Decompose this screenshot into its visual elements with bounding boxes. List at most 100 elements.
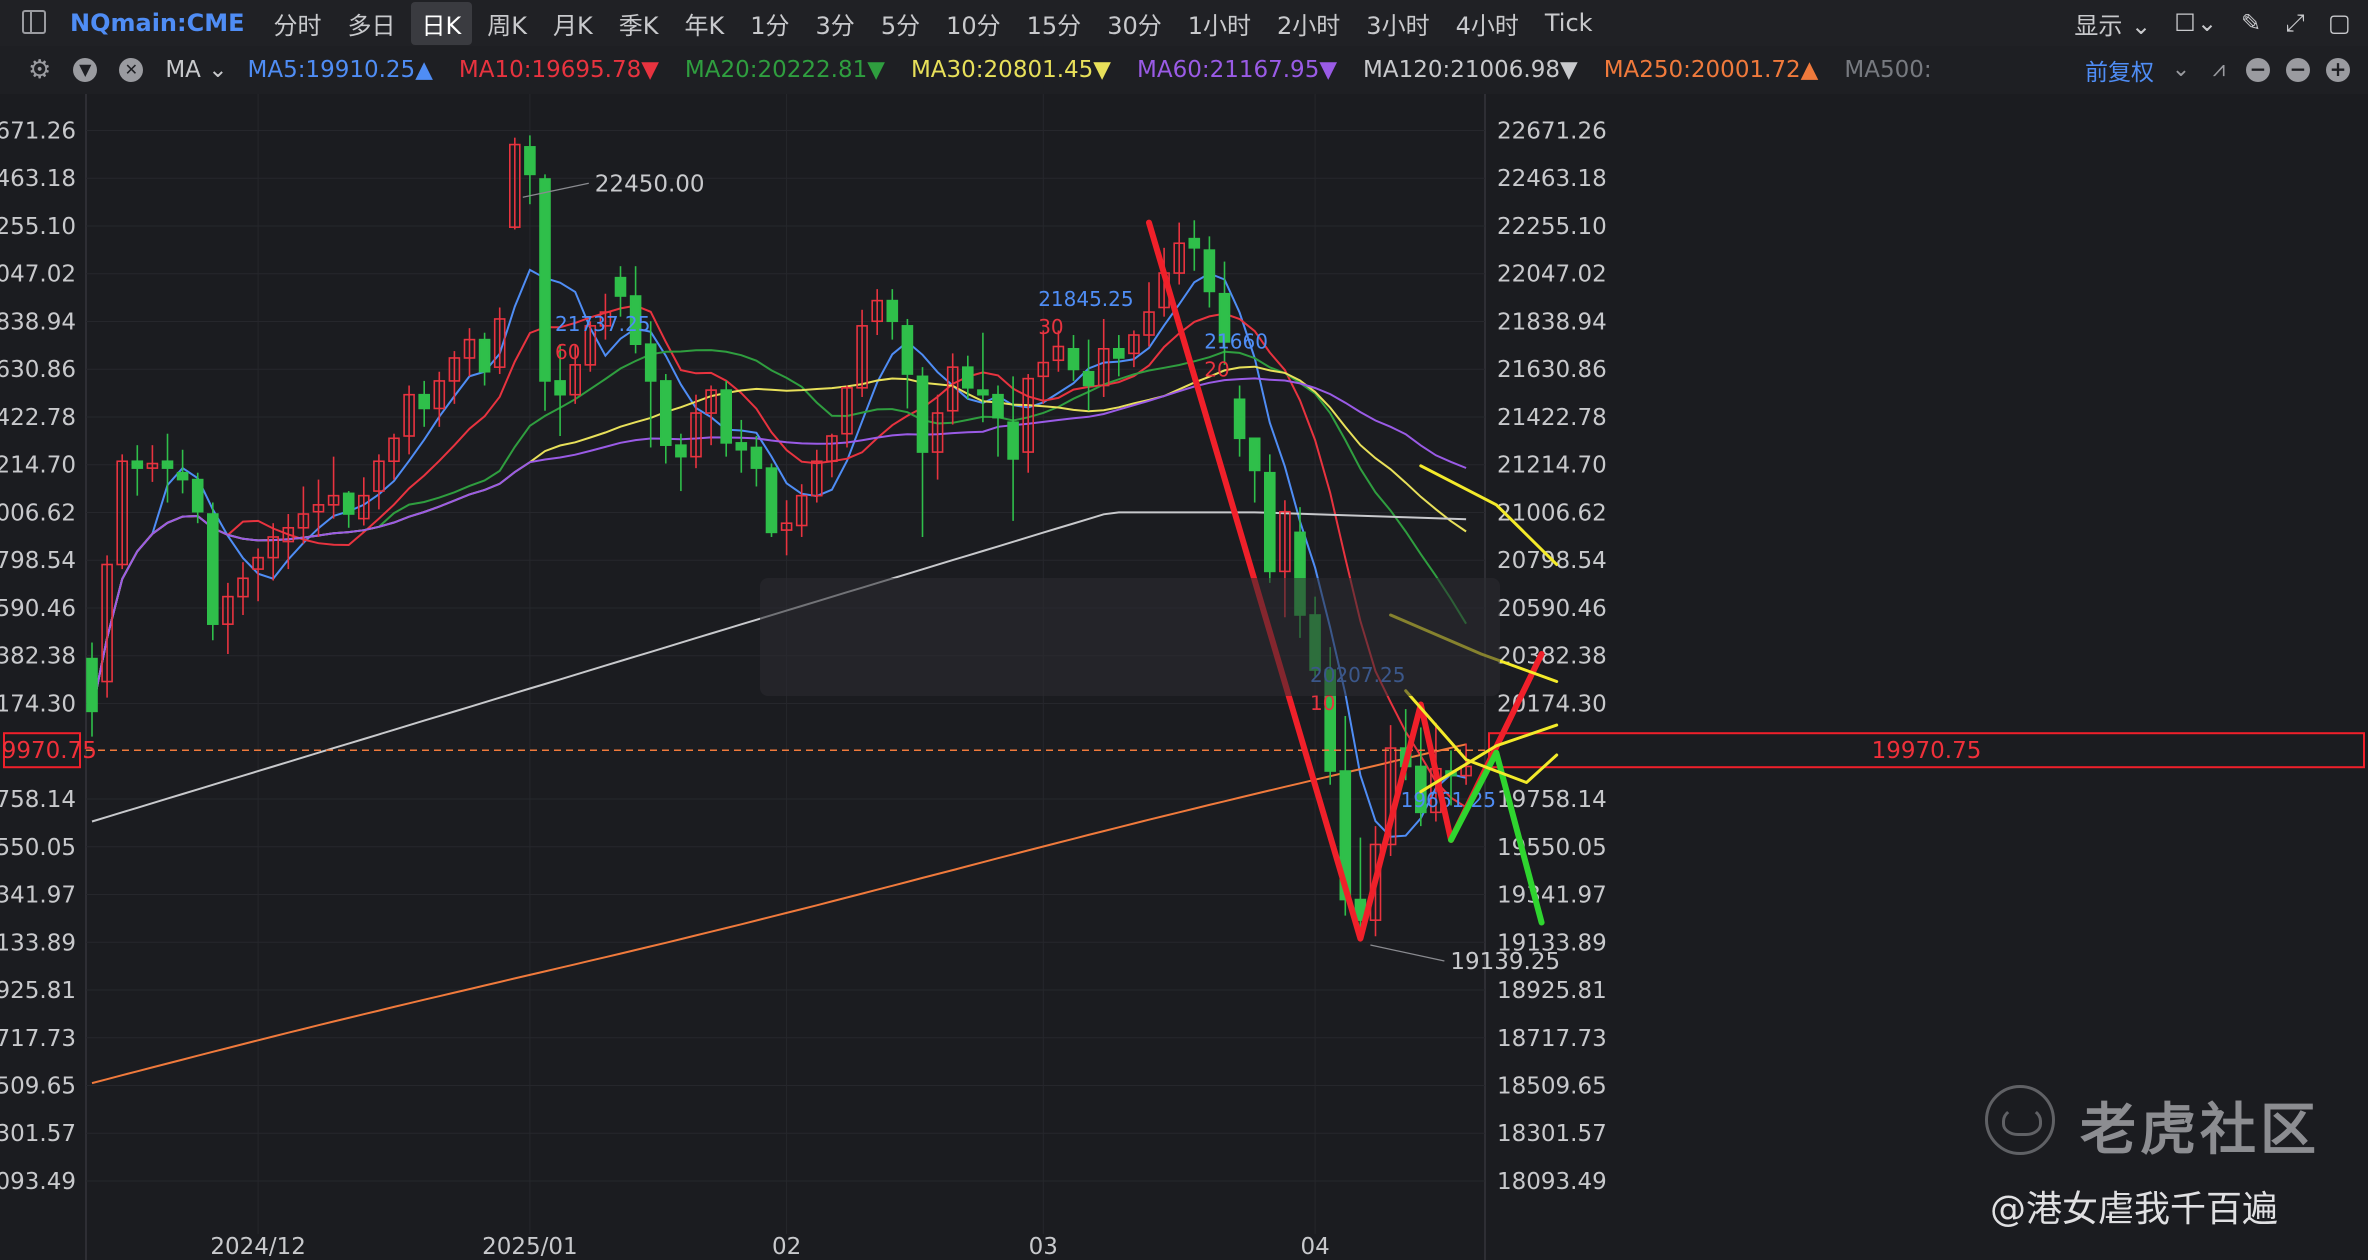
period-tab[interactable]: 10分 — [935, 2, 1012, 45]
y-tick-label-left: 18717.73 — [0, 1026, 76, 1052]
period-tab[interactable]: 1分 — [739, 2, 800, 45]
candle-body — [1233, 398, 1246, 440]
candle-body — [735, 442, 748, 451]
candle-body — [1248, 437, 1261, 472]
window-icon[interactable]: ▢ — [2328, 11, 2351, 35]
candle-body — [161, 460, 174, 469]
y-tick-label-left: 19550.05 — [0, 835, 76, 861]
chevron-down-icon: ⌄ — [2196, 9, 2218, 37]
candle-body — [342, 492, 355, 515]
x-tick-label: 02 — [772, 1234, 801, 1260]
candle-body — [1113, 347, 1125, 359]
candle — [207, 502, 219, 641]
y-tick-label-left: 22255.10 — [0, 214, 76, 240]
period-tab[interactable]: 4小时 — [1445, 2, 1530, 45]
zoom-out-icon[interactable]: − — [2286, 58, 2310, 82]
watermark-brand: 老虎社区 — [2080, 1098, 2320, 1163]
y-tick-label-left: 21630.86 — [0, 357, 76, 383]
gear-icon[interactable]: ⚙ — [28, 55, 51, 85]
y-tick-label-left: 20590.46 — [0, 596, 76, 622]
y-tick-label-left: 19341.97 — [0, 883, 76, 909]
price-annotation: 20 — [1204, 358, 1229, 382]
period-tab[interactable]: 2小时 — [1266, 2, 1351, 45]
candle-body — [886, 299, 899, 323]
period-tab[interactable]: 1小时 — [1177, 2, 1262, 45]
y-tick-label-right: 18509.65 — [1497, 1074, 1607, 1100]
symbol-name[interactable]: NQmain:CME — [70, 9, 245, 37]
close-icon[interactable]: ✕ — [119, 58, 144, 82]
candle — [539, 174, 551, 411]
minus-circle-icon[interactable]: − — [2246, 58, 2270, 82]
y-tick-label-left: 22463.18 — [0, 166, 76, 192]
y-tick-label-left: 20382.38 — [0, 644, 76, 670]
period-tab[interactable]: 分时 — [263, 2, 333, 45]
fullscreen-icon[interactable]: ⤢ — [2284, 11, 2306, 35]
y-tick-label-right: 22255.10 — [1497, 214, 1607, 240]
ma-value-3[interactable]: MA30:20801.45▼ — [911, 57, 1111, 83]
period-tab[interactable]: 月K — [542, 2, 604, 45]
candle-body — [644, 343, 657, 382]
ma-value-2[interactable]: MA20:20222.81▼ — [685, 57, 885, 83]
x-tick-label: 03 — [1029, 1234, 1058, 1260]
pen-icon[interactable]: ✎ — [2240, 11, 2262, 35]
ma-value-5[interactable]: MA120:21006.98▼ — [1363, 57, 1578, 83]
y-tick-label-left: 20798.54 — [0, 548, 76, 574]
display-menu-button[interactable]: 显示 ⌄ — [2074, 6, 2152, 41]
period-tab[interactable]: 季K — [608, 2, 670, 45]
tiger-logo-icon — [1985, 1085, 2055, 1155]
candle-body — [961, 366, 974, 389]
y-tick-label-left: 21214.70 — [0, 453, 76, 479]
current-price-tag-left: 19970.75 — [0, 738, 97, 764]
chevron-down-icon[interactable]: ▼ — [73, 58, 98, 82]
ma-indicator-bar: ⚙ ▼ ✕ MA ⌄ MA5:19910.25▲ MA10:19695.78▼ MA… — [0, 46, 2368, 94]
y-tick-label-right: 18093.49 — [1497, 1169, 1607, 1195]
ma-value-7[interactable]: MA500: — [1844, 57, 1931, 83]
y-tick-label-right: 18717.73 — [1497, 1026, 1607, 1052]
price-annotation: 22450.00 — [595, 171, 705, 197]
candle-body — [750, 446, 763, 469]
price-annotation: 60 — [555, 340, 580, 364]
y-tick-label-right: 21422.78 — [1497, 405, 1607, 431]
blurred-overlay — [760, 578, 1500, 696]
candle-body — [1082, 370, 1095, 387]
candle-body — [539, 178, 551, 382]
candle-body — [524, 146, 536, 176]
zoom-in-icon[interactable]: + — [2326, 58, 2350, 82]
ma-value-0[interactable]: MA5:19910.25▲ — [247, 57, 432, 83]
y-tick-label-left: 21838.94 — [0, 309, 76, 335]
x-tick-label: 2025/01 — [482, 1234, 578, 1260]
watermark-user: @港女虐我千百遍 — [1990, 1189, 2279, 1230]
y-tick-label-right: 20590.46 — [1497, 596, 1607, 622]
adjust-mode-button[interactable]: 前复权 — [2085, 53, 2154, 87]
period-tab[interactable]: 日K — [410, 1, 473, 45]
period-tab[interactable]: 5分 — [870, 2, 931, 45]
candle-body — [977, 389, 989, 396]
layout-select-button[interactable]: ☐⌄ — [2174, 9, 2218, 37]
period-tab[interactable]: Tick — [1534, 5, 1604, 41]
period-tab[interactable]: 周K — [476, 2, 538, 45]
period-tab[interactable]: 30分 — [1096, 2, 1173, 45]
period-tab[interactable]: 3小时 — [1355, 2, 1440, 45]
ma-value-1[interactable]: MA10:19695.78▼ — [459, 57, 659, 83]
ma-bar-right: 前复权 ⌄ ⩘ − − + — [2085, 46, 2350, 94]
candle-body — [675, 444, 687, 458]
price-annotation: 21737.25 — [555, 312, 650, 336]
candle-body — [1067, 347, 1080, 371]
period-tab[interactable]: 3分 — [805, 2, 866, 45]
indicator-select[interactable]: MA ⌄ — [165, 57, 227, 83]
candle-body — [131, 460, 144, 469]
sidebar-toggle-icon[interactable] — [22, 10, 46, 34]
current-price-tag-right: 19970.75 — [1872, 738, 1982, 764]
chevron-down-icon[interactable]: ⌄ — [2170, 59, 2192, 81]
period-tab[interactable]: 15分 — [1016, 2, 1093, 45]
candle-body — [992, 393, 1004, 419]
ma-value-6[interactable]: MA250:20001.72▲ — [1604, 57, 1819, 83]
price-annotation: 21660 — [1204, 330, 1268, 354]
axis-scale-icon[interactable]: ⩘ — [2208, 59, 2230, 81]
y-tick-label-right: 19341.97 — [1497, 883, 1607, 909]
price-annotation: 19139.25 — [1450, 949, 1560, 975]
period-tab[interactable]: 年K — [674, 2, 736, 45]
period-tab[interactable]: 多日 — [337, 2, 407, 45]
ma-value-4[interactable]: MA60:21167.95▼ — [1137, 57, 1337, 83]
price-annotation: 30 — [1038, 315, 1063, 339]
